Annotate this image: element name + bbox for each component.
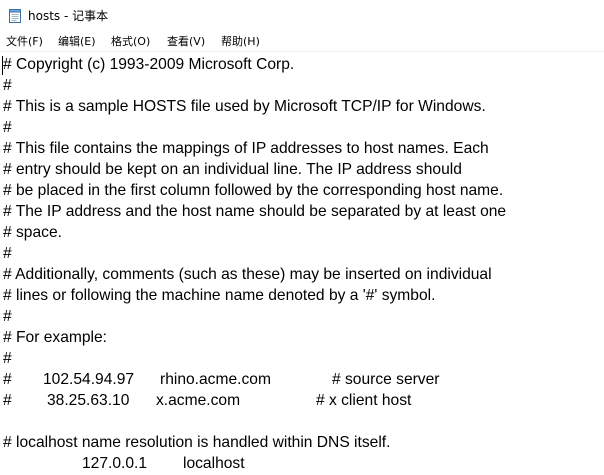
text-line: # space.: [3, 224, 62, 241]
text-line: # The IP address and the host name shoul…: [3, 203, 507, 220]
text-line: # localhost name resolution is handled w…: [3, 434, 391, 451]
text-line: #: [3, 119, 12, 136]
example-comment: # x client host: [316, 392, 412, 409]
notepad-window: hosts - 记事本 文件(F) 编辑(E) 格式(O) 查看(V) 帮助(H…: [0, 0, 604, 475]
example-ip: 102.54.94.97: [43, 371, 135, 388]
text-line: #: [3, 77, 12, 94]
text-line: # This file contains the mappings of IP …: [3, 140, 489, 157]
example-comment: # source server: [332, 371, 440, 388]
menu-help[interactable]: 帮助(H): [221, 34, 260, 50]
text-line: #: [3, 350, 12, 367]
example-ip: 38.25.63.10: [47, 392, 130, 409]
example-host: x.acme.com: [156, 392, 241, 409]
text-line: # entry should be kept on an individual …: [3, 161, 462, 178]
menu-view[interactable]: 查看(V): [167, 34, 205, 50]
notepad-icon: [9, 9, 21, 23]
window-title: hosts - 记事本: [28, 9, 109, 23]
text-line: # Copyright (c) 1993-2009 Microsoft Corp…: [3, 56, 295, 73]
localhost-host: localhost: [183, 455, 245, 472]
text-line: #: [3, 308, 12, 325]
localhost-ip: 127.0.0.1: [82, 455, 148, 472]
text-editor[interactable]: # Copyright (c) 1993-2009 Microsoft Corp…: [0, 52, 604, 475]
menu-format[interactable]: 格式(O): [111, 34, 150, 50]
text-line: # lines or following the machine name de…: [3, 287, 436, 304]
example-hash: #: [3, 392, 12, 409]
text-line: # be placed in the first column followed…: [3, 182, 504, 199]
text-line: # This is a sample HOSTS file used by Mi…: [3, 98, 486, 115]
example-hash: #: [3, 371, 12, 388]
text-line: # For example:: [3, 329, 108, 346]
example-host: rhino.acme.com: [160, 371, 271, 388]
menu-file[interactable]: 文件(F): [6, 34, 43, 50]
menu-edit[interactable]: 编辑(E): [58, 34, 96, 50]
menu-bar: 文件(F) 编辑(E) 格式(O) 查看(V) 帮助(H): [0, 32, 604, 52]
title-bar[interactable]: hosts - 记事本: [0, 0, 604, 32]
text-line: # Additionally, comments (such as these)…: [3, 266, 492, 283]
text-line: #: [3, 245, 12, 262]
